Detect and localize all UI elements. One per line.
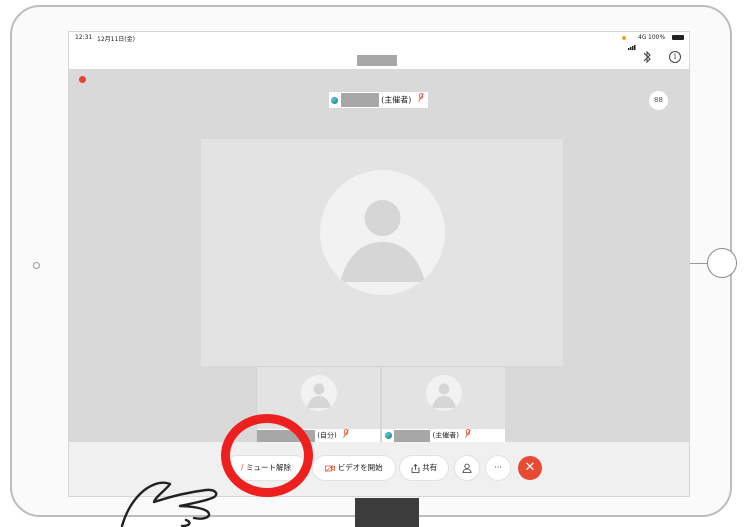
host-video-thumbnail[interactable]: (主催者) (381, 366, 505, 442)
avatar (301, 375, 337, 411)
avatar (320, 170, 445, 295)
participants-icon (462, 463, 472, 473)
info-icon[interactable]: i (669, 51, 681, 63)
tablet-screen: 12:31 12月11日(金) 4G 100% i (主催者) 88 (自分) … (68, 31, 690, 497)
status-time: 12:31 (75, 34, 93, 41)
layout-grid-button[interactable]: 88 (649, 91, 668, 110)
thumbnail-label: (主催者) (382, 429, 505, 442)
main-video-tile (201, 139, 563, 366)
host-name-redacted (394, 429, 431, 442)
pointing-hand-icon (120, 481, 218, 527)
bottom-dark-block (355, 498, 419, 527)
active-speaker-label: (主催者) (329, 92, 428, 108)
meeting-video-area: (主催者) 88 (自分) (主催者) (69, 69, 689, 442)
meeting-title-redacted (357, 55, 397, 66)
host-role-label: (主催者) (381, 95, 412, 105)
default-avatar-icon (340, 200, 425, 282)
share-icon (411, 463, 422, 473)
home-button-pointer-line (690, 263, 707, 264)
location-dot-icon (622, 36, 626, 40)
share-label: 共有 (422, 463, 438, 472)
network-type: 4G (638, 34, 647, 41)
share-button[interactable]: 共有 (400, 456, 448, 480)
host-role-label: (主催者) (432, 431, 459, 440)
battery-icon (672, 35, 684, 40)
mic-muted-icon (418, 93, 424, 104)
front-camera (33, 262, 40, 269)
start-video-label: ビデオを開始 (337, 463, 383, 472)
start-video-button[interactable]: ビデオを開始 (313, 456, 395, 480)
mic-muted-icon (465, 429, 472, 440)
recording-indicator (79, 76, 86, 83)
home-button[interactable] (707, 248, 737, 278)
more-options-button[interactable]: ··· (486, 456, 510, 480)
signal-icon (628, 35, 636, 50)
webex-logo-icon (385, 432, 392, 439)
participants-button[interactable] (455, 456, 479, 480)
battery-percent: 100% (648, 34, 666, 41)
end-meeting-button[interactable]: ✕ (518, 456, 542, 480)
webex-logo-icon (331, 96, 338, 104)
status-date: 12月11日(金) (97, 36, 135, 43)
bluetooth-icon[interactable] (642, 49, 652, 65)
self-role-label: (自分) (317, 431, 337, 440)
host-name-redacted (340, 93, 379, 107)
avatar (426, 375, 462, 411)
video-off-icon (325, 463, 337, 472)
mic-muted-icon (343, 429, 349, 440)
